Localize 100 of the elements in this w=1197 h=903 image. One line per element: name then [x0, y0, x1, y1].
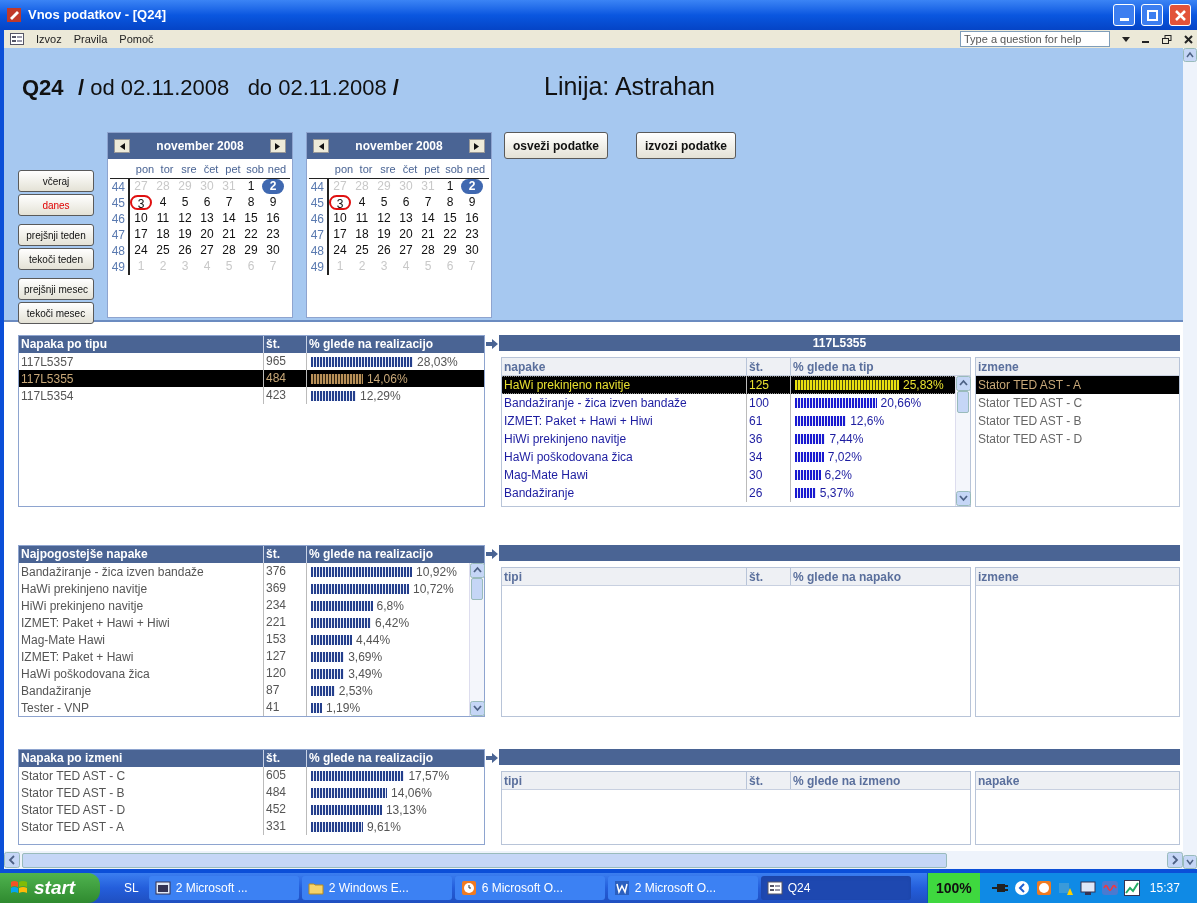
- calendar-day[interactable]: 1: [439, 179, 461, 194]
- date-button[interactable]: včeraj: [18, 170, 94, 192]
- scroll-thumb[interactable]: [957, 391, 969, 413]
- scroll-thumb[interactable]: [471, 578, 483, 600]
- action-button[interactable]: osveži podatke: [504, 132, 609, 159]
- calendar-day[interactable]: 11: [152, 211, 174, 226]
- calendar-day[interactable]: 3: [329, 195, 351, 210]
- calendar-day[interactable]: 21: [218, 227, 240, 242]
- date-button[interactable]: tekoči mesec: [18, 302, 94, 324]
- calendar-day[interactable]: 18: [152, 227, 174, 242]
- calendar-day[interactable]: 30: [262, 243, 284, 258]
- table-row[interactable]: Stator TED AST - C 605 17,57%: [19, 767, 484, 784]
- calendar-day[interactable]: 7: [417, 195, 439, 210]
- calendar-day[interactable]: 8: [240, 195, 262, 210]
- scroll-thumb[interactable]: [22, 852, 947, 868]
- close-button[interactable]: [1169, 4, 1191, 26]
- calendar-day[interactable]: 29: [240, 243, 262, 258]
- calendar-day[interactable]: 19: [174, 227, 196, 242]
- calendar-day[interactable]: 28: [417, 243, 439, 258]
- calendar-day[interactable]: 4: [152, 195, 174, 210]
- calendar-day[interactable]: 21: [417, 227, 439, 242]
- calendar-day[interactable]: 20: [395, 227, 417, 242]
- calendar-day[interactable]: 24: [130, 243, 152, 258]
- language-indicator[interactable]: SL: [124, 879, 139, 897]
- calendar-day[interactable]: 22: [439, 227, 461, 242]
- maximize-button[interactable]: [1141, 4, 1163, 26]
- next-month-button[interactable]: [270, 139, 286, 153]
- previous-month-button[interactable]: [313, 139, 329, 153]
- calendar-day[interactable]: 25: [152, 243, 174, 258]
- calendar-day[interactable]: 23: [461, 227, 483, 242]
- table-row[interactable]: IZMET: Paket + Hawi 127 3,69%: [19, 648, 469, 665]
- calendar-day[interactable]: 3: [130, 195, 152, 210]
- table-row[interactable]: Mag-Mate Hawi 153 4,44%: [19, 631, 469, 648]
- calendar-day[interactable]: 12: [373, 211, 395, 226]
- taskbar-button[interactable]: 2 Windows E...: [301, 876, 452, 900]
- calendar-day[interactable]: 23: [262, 227, 284, 242]
- calendar-day[interactable]: 1: [240, 179, 262, 194]
- table-row[interactable]: HiWi prekinjeno navitje 234 6,8%: [19, 597, 469, 614]
- previous-month-button[interactable]: [114, 139, 130, 153]
- horizontal-scrollbar[interactable]: [4, 851, 1183, 869]
- list-item[interactable]: Stator TED AST - C: [976, 394, 1179, 412]
- calendar-day[interactable]: 17: [130, 227, 152, 242]
- calendar-day[interactable]: 10: [329, 211, 351, 226]
- calendar-day[interactable]: 14: [417, 211, 439, 226]
- list-item[interactable]: Stator TED AST - A: [976, 376, 1179, 394]
- calendar-day[interactable]: 14: [218, 211, 240, 226]
- table-row[interactable]: 117L5354 423 12,29%: [19, 387, 484, 404]
- date-button[interactable]: tekoči teden: [18, 248, 94, 270]
- calendar-day[interactable]: 28: [218, 243, 240, 258]
- calendar-day[interactable]: 7: [218, 195, 240, 210]
- calendar-day[interactable]: 26: [373, 243, 395, 258]
- minimize-button[interactable]: [1113, 4, 1135, 26]
- table-row[interactable]: 117L5355 484 14,06%: [19, 370, 484, 387]
- calendar-day[interactable]: 5: [373, 195, 395, 210]
- table-row[interactable]: Mag-Mate Hawi 30 6,2%: [502, 466, 955, 484]
- help-field[interactable]: Type a question for help: [960, 31, 1110, 47]
- calendar-day[interactable]: 24: [329, 243, 351, 258]
- calendar-day[interactable]: 30: [461, 243, 483, 258]
- table-row[interactable]: Stator TED AST - B 484 14,06%: [19, 784, 484, 801]
- menu-item[interactable]: Pomoč: [119, 30, 154, 48]
- table-row[interactable]: HaWi prekinjeno navitje 125 25,83%: [502, 376, 955, 394]
- table-row[interactable]: Bandažiranje 26 5,37%: [502, 484, 955, 502]
- calendar-day[interactable]: 12: [174, 211, 196, 226]
- calendar-day[interactable]: 2: [461, 179, 483, 194]
- calendar-day[interactable]: 13: [395, 211, 417, 226]
- taskbar-button[interactable]: 2 Microsoft O...: [607, 876, 758, 900]
- list-item[interactable]: Stator TED AST - D: [976, 430, 1179, 448]
- table-row[interactable]: IZMET: Paket + Hawi + Hiwi 61 12,6%: [502, 412, 955, 430]
- next-month-button[interactable]: [469, 139, 485, 153]
- table-row[interactable]: Stator TED AST - D 452 13,13%: [19, 801, 484, 818]
- taskbar-button[interactable]: 2 Microsoft ...: [148, 876, 299, 900]
- list-scrollbar[interactable]: [469, 563, 484, 716]
- action-button[interactable]: izvozi podatke: [636, 132, 737, 159]
- taskbar-button[interactable]: 6 Microsoft O...: [454, 876, 605, 900]
- calendar-day[interactable]: 27: [196, 243, 218, 258]
- table-row[interactable]: Bandažiranje - žica izven bandaže 100 20,66%: [502, 394, 955, 412]
- list-item[interactable]: Stator TED AST - B: [976, 412, 1179, 430]
- calendar-day[interactable]: 25: [351, 243, 373, 258]
- calendar-day[interactable]: 4: [351, 195, 373, 210]
- menu-item[interactable]: Izvoz: [36, 30, 62, 48]
- calendar-day[interactable]: 29: [439, 243, 461, 258]
- calendar-day[interactable]: 9: [262, 195, 284, 210]
- calendar-day[interactable]: 8: [439, 195, 461, 210]
- date-button[interactable]: prejšnji mesec: [18, 278, 94, 300]
- table-row[interactable]: IZMET: Paket + Hawi + Hiwi 221 6,42%: [19, 614, 469, 631]
- list-scrollbar[interactable]: [955, 376, 970, 506]
- calendar-day[interactable]: 10: [130, 211, 152, 226]
- calendar-day[interactable]: 15: [240, 211, 262, 226]
- calendar-day[interactable]: 13: [196, 211, 218, 226]
- calendar-day[interactable]: 17: [329, 227, 351, 242]
- calendar-day[interactable]: 11: [351, 211, 373, 226]
- calendar-day[interactable]: 20: [196, 227, 218, 242]
- table-row[interactable]: HaWi prekinjeno navitje 369 10,72%: [19, 580, 469, 597]
- table-row[interactable]: Bandažiranje 87 2,53%: [19, 682, 469, 699]
- calendar-day[interactable]: 18: [351, 227, 373, 242]
- calendar-day[interactable]: 19: [373, 227, 395, 242]
- calendar-day[interactable]: 6: [196, 195, 218, 210]
- table-row[interactable]: HaWi poškodovana žica 120 3,49%: [19, 665, 469, 682]
- table-row[interactable]: HaWi poškodovana žica 34 7,02%: [502, 448, 955, 466]
- calendar-day[interactable]: 16: [461, 211, 483, 226]
